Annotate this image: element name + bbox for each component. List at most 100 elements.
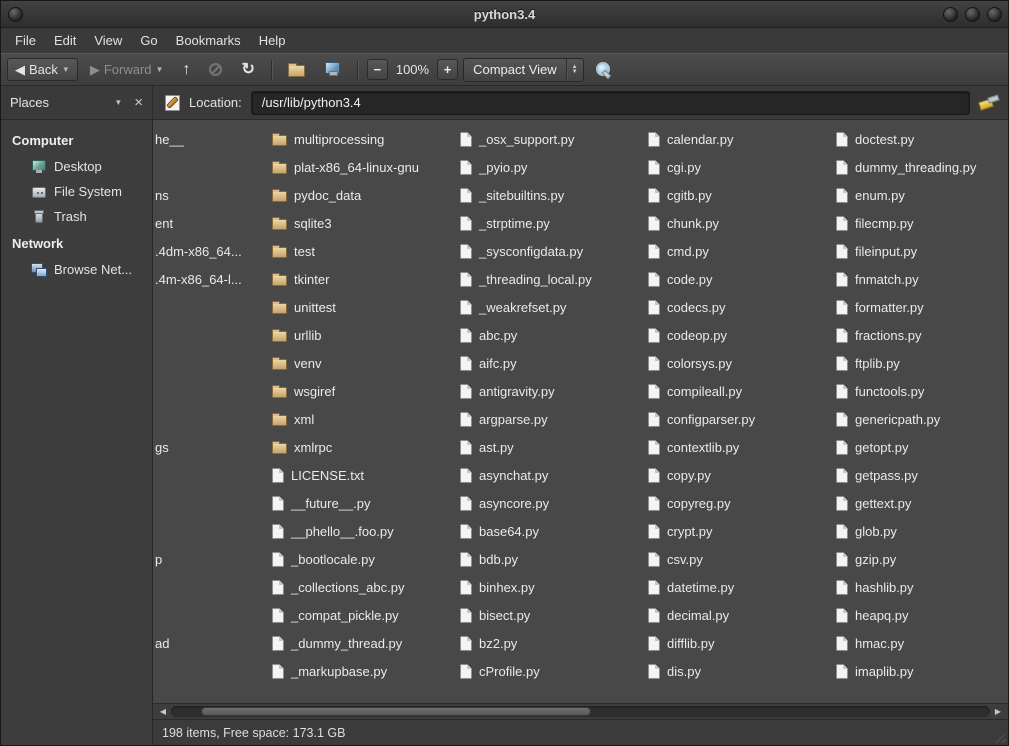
file-item[interactable]: sqlite3 (270, 209, 458, 237)
file-item[interactable]: hmac.py (834, 629, 1008, 657)
file-item[interactable]: venv (270, 349, 458, 377)
side-pane-mode-select[interactable]: Places ▼ × (1, 86, 153, 119)
file-item-clipped[interactable]: ad (153, 629, 270, 657)
file-item[interactable]: __future__.py (270, 489, 458, 517)
file-item[interactable]: copyreg.py (646, 489, 834, 517)
file-item-clipped[interactable]: .4m-x86_64-l... (153, 265, 270, 293)
file-item[interactable]: code.py (646, 265, 834, 293)
sidebar-item-desktop[interactable]: Desktop (1, 154, 152, 179)
sidebar-item-browse-net[interactable]: Browse Net... (1, 257, 152, 282)
file-item[interactable]: asyncore.py (458, 489, 646, 517)
forward-history-caret-icon[interactable]: ▼ (156, 65, 164, 74)
new-tab-button[interactable] (281, 59, 312, 80)
up-button[interactable]: ↑ (175, 59, 197, 81)
reload-button[interactable]: ↻ (234, 59, 261, 81)
file-item-clipped[interactable]: .4dm-x86_64... (153, 237, 270, 265)
cleanup-brush-icon[interactable] (979, 95, 999, 111)
back-history-caret-icon[interactable]: ▼ (62, 65, 70, 74)
path-input[interactable] (251, 91, 970, 115)
file-item[interactable]: chunk.py (646, 209, 834, 237)
file-item[interactable]: ast.py (458, 433, 646, 461)
file-item[interactable]: getpass.py (834, 461, 1008, 489)
scroll-left-arrow-icon[interactable]: ◀ (155, 704, 171, 720)
file-item[interactable]: asynchat.py (458, 461, 646, 489)
file-item[interactable]: bdb.py (458, 545, 646, 573)
file-item[interactable]: cgitb.py (646, 181, 834, 209)
file-item[interactable]: calendar.py (646, 125, 834, 153)
file-item[interactable]: codeop.py (646, 321, 834, 349)
file-item[interactable]: _osx_support.py (458, 125, 646, 153)
close-button[interactable] (987, 7, 1002, 22)
file-item[interactable]: doctest.py (834, 125, 1008, 153)
file-item[interactable]: heapq.py (834, 601, 1008, 629)
file-item[interactable]: enum.py (834, 181, 1008, 209)
back-button[interactable]: ◀ Back ▼ (7, 58, 78, 81)
scrollbar-thumb[interactable] (201, 707, 591, 716)
file-item[interactable]: _collections_abc.py (270, 573, 458, 601)
menu-edit[interactable]: Edit (46, 30, 84, 51)
show-desktop-button[interactable] (317, 59, 348, 80)
menu-view[interactable]: View (86, 30, 130, 51)
file-item[interactable]: fnmatch.py (834, 265, 1008, 293)
file-item[interactable]: tkinter (270, 265, 458, 293)
file-item[interactable]: _threading_local.py (458, 265, 646, 293)
resize-grip[interactable] (993, 730, 1006, 743)
file-item-clipped[interactable]: ns (153, 181, 270, 209)
file-item[interactable]: _pyio.py (458, 153, 646, 181)
menu-file[interactable]: File (7, 30, 44, 51)
file-item[interactable]: difflib.py (646, 629, 834, 657)
file-item-clipped[interactable]: ent (153, 209, 270, 237)
sidebar-item-file-system[interactable]: File System (1, 179, 152, 204)
file-item[interactable]: cgi.py (646, 153, 834, 181)
file-item[interactable]: dummy_threading.py (834, 153, 1008, 181)
file-item[interactable]: contextlib.py (646, 433, 834, 461)
minimize-button[interactable] (943, 7, 958, 22)
file-item[interactable]: compileall.py (646, 377, 834, 405)
menu-go[interactable]: Go (132, 30, 165, 51)
maximize-button[interactable] (965, 7, 980, 22)
horizontal-scrollbar[interactable]: ◀ ▶ (153, 703, 1008, 719)
file-item[interactable]: bisect.py (458, 601, 646, 629)
file-item[interactable]: configparser.py (646, 405, 834, 433)
file-item[interactable]: _dummy_thread.py (270, 629, 458, 657)
sidebar-item-trash[interactable]: Trash (1, 204, 152, 229)
file-item[interactable]: fileinput.py (834, 237, 1008, 265)
file-item[interactable]: antigravity.py (458, 377, 646, 405)
file-item[interactable]: wsgiref (270, 377, 458, 405)
scrollbar-trough[interactable] (171, 706, 990, 717)
file-item[interactable]: colorsys.py (646, 349, 834, 377)
file-item[interactable]: _markupbase.py (270, 657, 458, 685)
file-item[interactable]: cmd.py (646, 237, 834, 265)
spinner-arrows-icon[interactable]: ▲▼ (566, 59, 583, 81)
close-side-pane-icon[interactable]: × (134, 95, 143, 110)
file-item[interactable]: bz2.py (458, 629, 646, 657)
file-item[interactable]: getopt.py (834, 433, 1008, 461)
file-item[interactable]: abc.py (458, 321, 646, 349)
file-item[interactable]: plat-x86_64-linux-gnu (270, 153, 458, 181)
file-item[interactable]: test (270, 237, 458, 265)
menu-bookmarks[interactable]: Bookmarks (168, 30, 249, 51)
file-item[interactable]: fractions.py (834, 321, 1008, 349)
file-item[interactable]: __phello__.foo.py (270, 517, 458, 545)
search-icon[interactable] (595, 61, 612, 78)
chevron-down-icon[interactable]: ▼ (114, 98, 122, 107)
file-item[interactable]: decimal.py (646, 601, 834, 629)
file-item[interactable]: _compat_pickle.py (270, 601, 458, 629)
forward-button[interactable]: ▶ Forward ▼ (83, 59, 171, 80)
file-item[interactable]: _sysconfigdata.py (458, 237, 646, 265)
file-item[interactable]: _sitebuiltins.py (458, 181, 646, 209)
file-item[interactable]: ftplib.py (834, 349, 1008, 377)
file-item[interactable]: cProfile.py (458, 657, 646, 685)
file-item-clipped[interactable]: he__ (153, 125, 270, 153)
file-item[interactable]: pydoc_data (270, 181, 458, 209)
file-item[interactable]: multiprocessing (270, 125, 458, 153)
file-item[interactable]: codecs.py (646, 293, 834, 321)
file-item[interactable]: base64.py (458, 517, 646, 545)
file-item[interactable]: filecmp.py (834, 209, 1008, 237)
file-item[interactable]: csv.py (646, 545, 834, 573)
file-item[interactable]: gzip.py (834, 545, 1008, 573)
file-item[interactable]: LICENSE.txt (270, 461, 458, 489)
file-item[interactable]: xmlrpc (270, 433, 458, 461)
stop-button[interactable] (202, 60, 229, 79)
edit-path-icon[interactable] (164, 94, 181, 111)
